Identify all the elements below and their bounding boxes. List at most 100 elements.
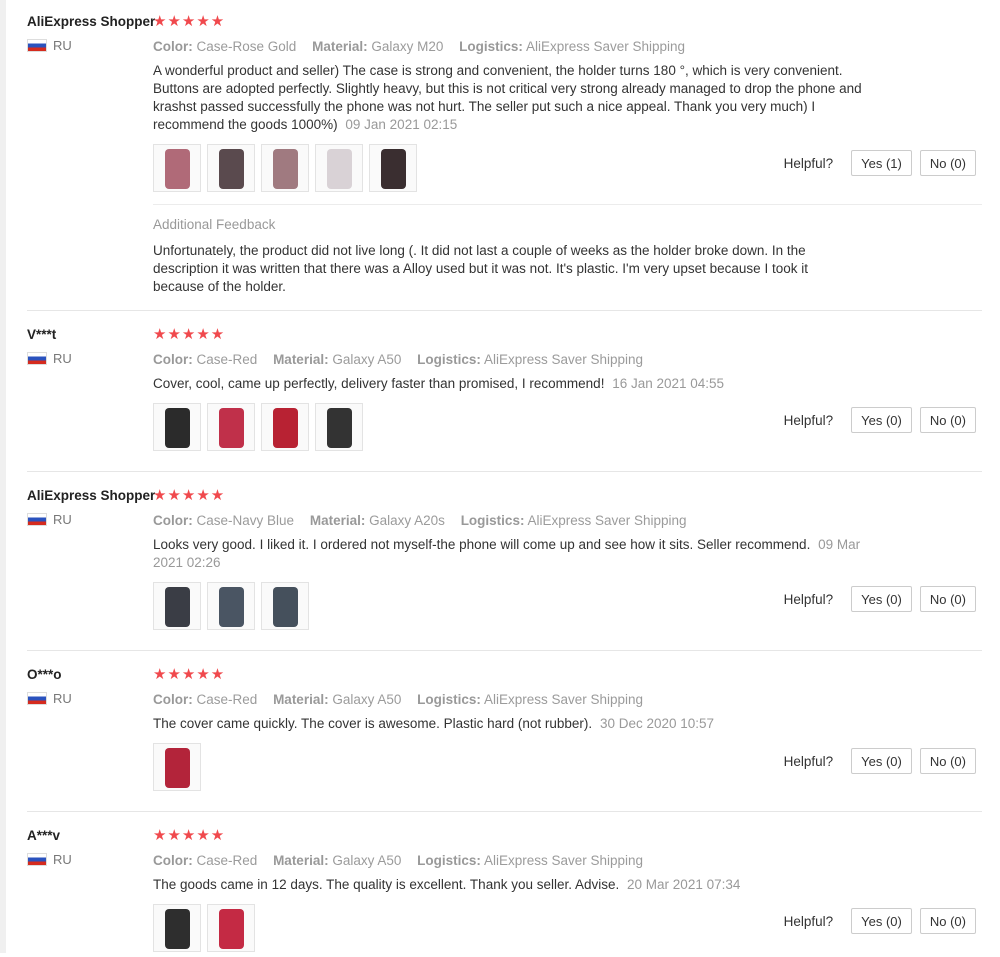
review-text: A wonderful product and seller) The case… [153, 62, 863, 134]
helpful-votes: Helpful? Yes (0) No (0) [784, 586, 976, 612]
helpful-no-button[interactable]: No (0) [919, 908, 976, 934]
helpful-label: Helpful? [783, 155, 834, 171]
russia-flag-icon [27, 39, 47, 52]
photo-preview [327, 408, 352, 448]
country-code: RU [53, 38, 72, 53]
star-rating: ★★★★★ [153, 13, 226, 30]
reviewer-info: AliExpress Shopper RU [27, 488, 156, 527]
helpful-no-button[interactable]: No (0) [919, 150, 976, 176]
review-photo[interactable] [261, 582, 309, 630]
photo-preview [273, 149, 298, 189]
reviewer-name: O***o [27, 667, 62, 682]
review-photo[interactable] [369, 144, 417, 192]
review-photo[interactable] [207, 582, 255, 630]
russia-flag-icon [27, 352, 47, 365]
review-photo[interactable] [315, 403, 363, 451]
material-value: Galaxy A50 [332, 692, 402, 707]
material-value: Galaxy A20s [369, 513, 445, 528]
logistics-value: AliExpress Saver Shipping [483, 853, 644, 868]
helpful-yes-button[interactable]: Yes (0) [851, 586, 912, 612]
reviewer-info: V***t RU [27, 327, 152, 366]
helpful-label: Helpful? [783, 412, 834, 428]
helpful-yes-button[interactable]: Yes (0) [851, 748, 912, 774]
color-value: Case-Rose Gold [196, 39, 297, 54]
russia-flag-icon [27, 853, 47, 866]
material-label: Material: [309, 513, 366, 528]
reviewer-name: V***t [27, 327, 57, 342]
photo-preview [219, 408, 244, 448]
review-photo[interactable] [261, 144, 309, 192]
review-meta: Color: Case-Navy Blue Material: Galaxy A… [153, 513, 982, 528]
helpful-no-button[interactable]: No (0) [919, 748, 976, 774]
divider [153, 204, 982, 205]
star-rating: ★★★★★ [153, 827, 226, 844]
review-photo[interactable] [153, 582, 201, 630]
photo-preview [165, 149, 190, 189]
color-value: Case-Red [196, 853, 258, 868]
color-value: Case-Red [196, 352, 258, 367]
helpful-yes-button[interactable]: Yes (0) [851, 908, 912, 934]
review-photo[interactable] [207, 904, 255, 952]
review-meta: Color: Case-Rose Gold Material: Galaxy M… [153, 39, 982, 54]
country-code: RU [53, 852, 72, 867]
color-value: Case-Red [196, 692, 258, 707]
review-photo[interactable] [315, 144, 363, 192]
review-photo[interactable] [153, 144, 201, 192]
helpful-votes: Helpful? Yes (0) No (0) [784, 908, 976, 934]
review-photo[interactable] [153, 743, 201, 791]
review-text: Looks very good. I liked it. I ordered n… [153, 536, 863, 572]
review-body: The goods came in 12 days. The quality i… [153, 877, 620, 892]
photo-preview [273, 587, 298, 627]
helpful-yes-button[interactable]: Yes (1) [851, 150, 912, 176]
color-label: Color: [153, 39, 193, 54]
helpful-no-button[interactable]: No (0) [919, 586, 976, 612]
logistics-value: AliExpress Saver Shipping [483, 352, 644, 367]
helpful-label: Helpful? [783, 913, 834, 929]
review-photo[interactable] [207, 403, 255, 451]
review-date: 30 Dec 2020 10:57 [599, 716, 715, 731]
color-label: Color: [153, 513, 193, 528]
material-label: Material: [273, 692, 329, 707]
reviewer-country: RU [27, 852, 152, 867]
review-photo[interactable] [207, 144, 255, 192]
color-value: Case-Navy Blue [196, 513, 295, 528]
logistics-value: AliExpress Saver Shipping [527, 513, 687, 528]
logistics-value: AliExpress Saver Shipping [525, 39, 686, 54]
helpful-votes: Helpful? Yes (1) No (0) [784, 150, 976, 176]
review-date: 20 Mar 2021 07:34 [627, 877, 741, 892]
review-photo[interactable] [153, 403, 201, 451]
logistics-label: Logistics: [417, 352, 481, 367]
reviewer-country: RU [27, 351, 152, 366]
review-body: A wonderful product and seller) The case… [153, 63, 862, 132]
review-text: The goods came in 12 days. The quality i… [153, 876, 863, 894]
review-body: Looks very good. I liked it. I ordered n… [153, 537, 811, 552]
logistics-label: Logistics: [459, 39, 523, 54]
reviewer-info: A***v RU [27, 828, 152, 867]
material-label: Material: [273, 352, 329, 367]
review-text: Cover, cool, came up perfectly, delivery… [153, 375, 863, 393]
review-meta: Color: Case-Red Material: Galaxy A50 Log… [153, 692, 982, 707]
star-rating: ★★★★★ [153, 326, 226, 343]
review-photo[interactable] [153, 904, 201, 952]
review-item: AliExpress Shopper RU ★★★★★ Color: Case-… [27, 472, 982, 651]
helpful-yes-button[interactable]: Yes (0) [851, 407, 912, 433]
additional-feedback-title: Additional Feedback [153, 217, 276, 232]
country-code: RU [53, 691, 72, 706]
review-photo[interactable] [261, 403, 309, 451]
review-list: AliExpress Shopper RU ★★★★★ Color: Case-… [27, 0, 982, 957]
helpful-no-button[interactable]: No (0) [919, 407, 976, 433]
color-label: Color: [153, 692, 193, 707]
material-label: Material: [273, 853, 329, 868]
material-value: Galaxy M20 [371, 39, 444, 54]
logistics-label: Logistics: [460, 513, 525, 528]
photo-preview [165, 587, 190, 627]
reviewer-info: O***o RU [27, 667, 152, 706]
review-item: V***t RU ★★★★★ Color: Case-Red Material:… [27, 311, 982, 472]
review-meta: Color: Case-Red Material: Galaxy A50 Log… [153, 853, 982, 868]
photo-preview [165, 748, 190, 788]
photo-preview [165, 909, 190, 949]
photo-preview [219, 587, 244, 627]
reviewer-name: AliExpress Shopper [27, 488, 156, 503]
star-rating: ★★★★★ [153, 487, 226, 504]
helpful-votes: Helpful? Yes (0) No (0) [784, 407, 976, 433]
